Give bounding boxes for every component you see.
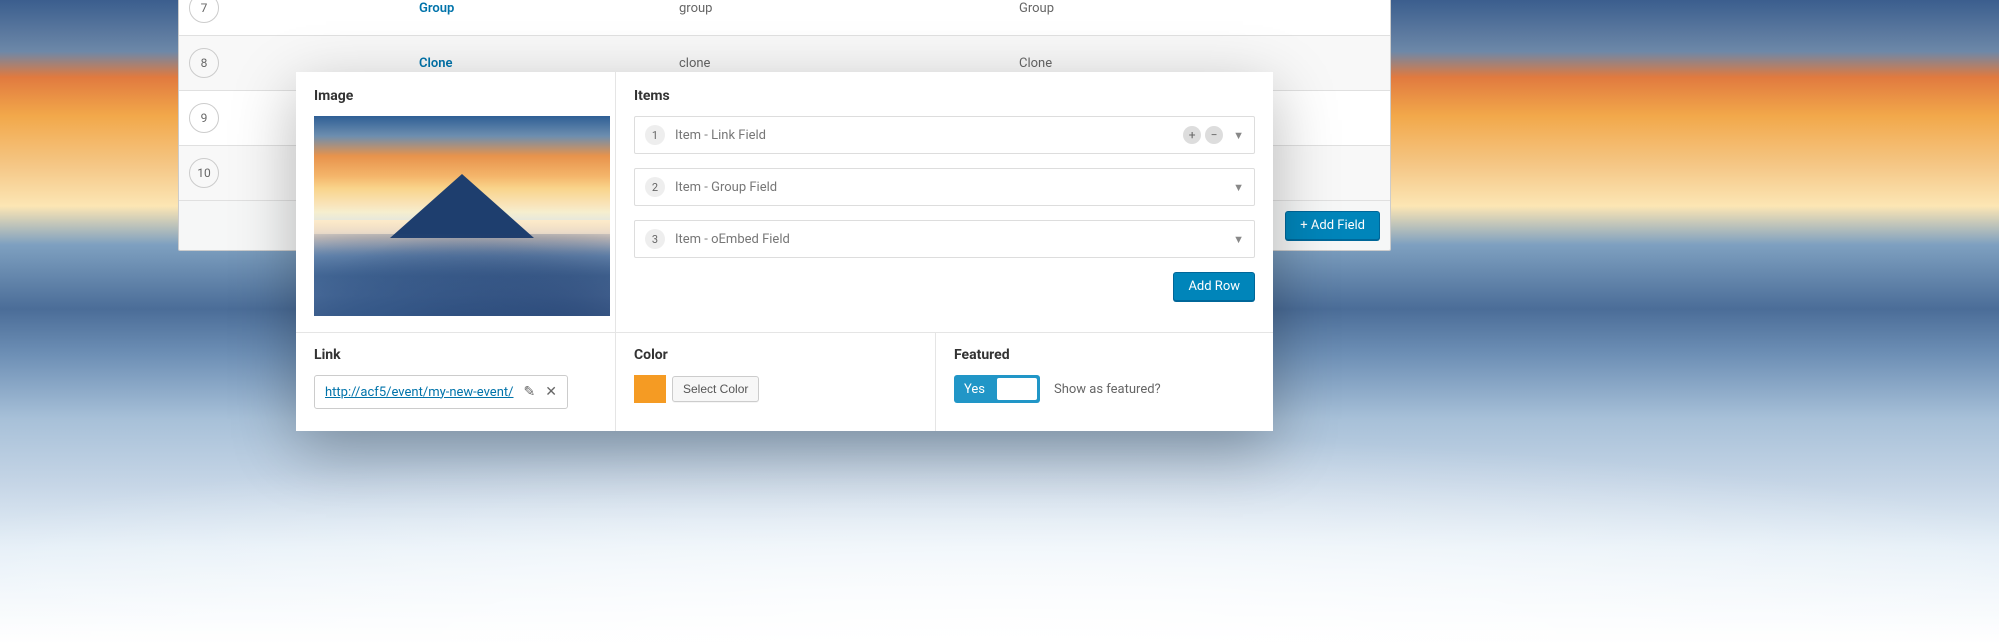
field-type: Clone <box>1019 56 1052 71</box>
field-name: clone <box>679 56 1019 71</box>
featured-description: Show as featured? <box>1054 382 1161 397</box>
field-type: Group <box>1019 1 1054 16</box>
image-field-cell: Image <box>296 72 616 332</box>
link-field-cell: Link http://acf5/event/my-new-event/ ✎ ✕ <box>296 333 616 431</box>
add-item-icon[interactable]: + <box>1183 126 1201 144</box>
field-label-link[interactable]: Clone <box>419 56 679 71</box>
select-color-button[interactable]: Select Color <box>672 376 759 402</box>
featured-toggle[interactable]: Yes <box>954 375 1040 403</box>
edit-link-icon[interactable]: ✎ <box>524 384 536 400</box>
item-number: 2 <box>645 177 665 197</box>
repeater-item-row[interactable]: 3 Item - oEmbed Field ▼ <box>634 220 1255 258</box>
row-number: 7 <box>189 0 219 23</box>
featured-label: Featured <box>954 347 1255 363</box>
field-edit-panel: Image Items 1 Item - Link Field + − ▼ 2 <box>296 72 1273 431</box>
table-row[interactable]: 7 Group group Group <box>179 0 1390 36</box>
add-row-button[interactable]: Add Row <box>1173 272 1255 301</box>
remove-link-icon[interactable]: ✕ <box>545 384 557 400</box>
add-field-button[interactable]: + Add Field <box>1285 211 1380 240</box>
color-swatch[interactable] <box>634 375 666 403</box>
item-label: Item - oEmbed Field <box>675 232 790 247</box>
link-url[interactable]: http://acf5/event/my-new-event/ <box>325 385 514 400</box>
row-number: 10 <box>189 158 219 188</box>
field-label-link[interactable]: Group <box>419 1 679 16</box>
repeater-item-row[interactable]: 1 Item - Link Field + − ▼ <box>634 116 1255 154</box>
items-label: Items <box>634 88 1255 104</box>
item-number: 3 <box>645 229 665 249</box>
link-label: Link <box>314 347 597 363</box>
link-value-box: http://acf5/event/my-new-event/ ✎ ✕ <box>314 375 568 409</box>
color-field-cell: Color Select Color <box>616 333 936 431</box>
collapse-icon[interactable]: ▼ <box>1233 129 1244 142</box>
collapse-icon[interactable]: ▼ <box>1233 233 1244 246</box>
field-name: group <box>679 1 1019 16</box>
toggle-value: Yes <box>964 382 985 397</box>
collapse-icon[interactable]: ▼ <box>1233 181 1244 194</box>
items-field-cell: Items 1 Item - Link Field + − ▼ 2 Item -… <box>616 72 1273 332</box>
remove-item-icon[interactable]: − <box>1205 126 1223 144</box>
row-number: 9 <box>189 103 219 133</box>
image-thumbnail[interactable] <box>314 116 610 316</box>
item-number: 1 <box>645 125 665 145</box>
item-label: Item - Link Field <box>675 128 766 143</box>
featured-field-cell: Featured Yes Show as featured? <box>936 333 1273 431</box>
row-number: 8 <box>189 48 219 78</box>
image-label: Image <box>314 88 597 104</box>
repeater-item-row[interactable]: 2 Item - Group Field ▼ <box>634 168 1255 206</box>
color-label: Color <box>634 347 917 363</box>
toggle-knob <box>997 378 1037 400</box>
item-label: Item - Group Field <box>675 180 777 195</box>
